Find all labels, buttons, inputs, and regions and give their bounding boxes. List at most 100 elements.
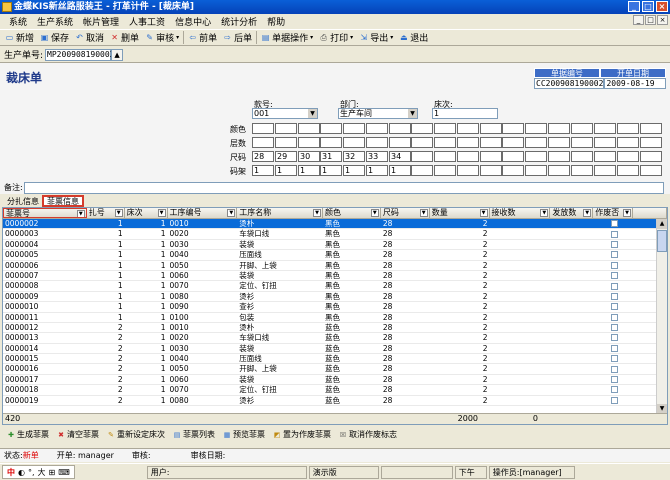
ratio-cell[interactable] (502, 165, 524, 176)
table-row[interactable]: 0000002 1 1 0010 烫朴 黑色 28 2 (3, 219, 667, 230)
mdi-minimize-button[interactable]: _ (633, 15, 644, 25)
save-button[interactable]: ▣ 保存 (37, 30, 72, 45)
scroll-up-icon[interactable]: ▲ (657, 219, 667, 229)
ime-toolbar[interactable]: 中 ◐ °, 大 ⊞ ⌨ (2, 465, 75, 479)
sort-icon[interactable]: ▼ (583, 209, 592, 217)
void-checkbox[interactable] (610, 396, 618, 404)
color-cell[interactable] (480, 123, 502, 134)
void-checkbox[interactable] (610, 240, 618, 248)
void-checkbox[interactable] (610, 272, 618, 280)
color-cell[interactable] (617, 123, 639, 134)
void-checkbox[interactable] (610, 251, 618, 259)
sort-icon[interactable]: ▼ (419, 209, 428, 217)
layers-cell[interactable] (275, 137, 297, 148)
ime-fullwidth-icon[interactable]: ◐ (18, 468, 25, 477)
table-row[interactable]: 0000015 2 1 0040 压面线 蓝色 28 2 (3, 354, 667, 365)
ratio-cell[interactable] (548, 165, 570, 176)
sort-icon[interactable]: ▼ (76, 210, 85, 217)
exit-button[interactable]: ⏏ 退出 (396, 30, 431, 45)
table-row[interactable]: 0000008 1 1 0070 定位、钉扭 黑色 28 2 (3, 281, 667, 292)
new-button[interactable]: ▭ 新增 (2, 30, 37, 45)
generate-tickets-button[interactable]: ✚ 生成菲票 (4, 429, 52, 440)
void-checkbox[interactable] (610, 303, 618, 311)
color-cell[interactable] (343, 123, 365, 134)
layers-cell[interactable] (411, 137, 433, 148)
col-header-size[interactable]: 尺码 ▼ (381, 208, 430, 218)
ratio-cell[interactable]: 1 (252, 165, 274, 176)
minimize-button[interactable]: _ (628, 1, 640, 12)
sort-icon[interactable]: ▼ (370, 209, 379, 217)
print-button[interactable]: ⎙ 打印 ▾ (316, 30, 356, 45)
size-cell[interactable] (502, 151, 524, 162)
void-ticket-button[interactable]: ◩ 置为作废菲票 (270, 429, 334, 440)
color-cell[interactable] (594, 123, 616, 134)
col-header-qty[interactable]: 数量 ▼ (430, 208, 490, 218)
col-header-color[interactable]: 颜色 ▼ (323, 208, 381, 218)
col-header-issued[interactable]: 发放数 ▼ (550, 208, 594, 218)
color-cell[interactable] (502, 123, 524, 134)
layers-cell[interactable] (457, 137, 479, 148)
void-checkbox[interactable] (610, 261, 618, 269)
color-cell[interactable] (366, 123, 388, 134)
color-cell[interactable] (252, 123, 274, 134)
clear-tickets-button[interactable]: ✖ 清空菲票 (54, 429, 102, 440)
size-cell[interactable] (480, 151, 502, 162)
color-cell[interactable] (571, 123, 593, 134)
size-cell[interactable] (457, 151, 479, 162)
layers-cell[interactable] (548, 137, 570, 148)
size-cell[interactable]: 30 (298, 151, 320, 162)
maximize-button[interactable]: □ (642, 1, 654, 12)
remark-field[interactable] (24, 182, 664, 194)
cancel-button[interactable]: ↶ 取消 (72, 30, 107, 45)
unvoid-ticket-button[interactable]: ☒ 取消作废标志 (336, 429, 400, 440)
reset-bed-button[interactable]: ✎ 重新设定床次 (104, 429, 168, 440)
ratio-cell[interactable] (640, 165, 662, 176)
ratio-cell[interactable] (571, 165, 593, 176)
scroll-thumb[interactable] (657, 230, 667, 252)
table-row[interactable]: 0000016 2 1 0050 开脚、上袋 蓝色 28 2 (3, 364, 667, 375)
color-cell[interactable] (298, 123, 320, 134)
size-cell[interactable]: 32 (343, 151, 365, 162)
size-cell[interactable]: 34 (389, 151, 411, 162)
color-cell[interactable] (411, 123, 433, 134)
color-cell[interactable] (389, 123, 411, 134)
table-row[interactable]: 0000003 1 1 0020 车袋口线 黑色 28 2 (3, 229, 667, 240)
color-cell[interactable] (548, 123, 570, 134)
color-cell[interactable] (320, 123, 342, 134)
size-cell[interactable]: 28 (252, 151, 274, 162)
mdi-close-button[interactable]: × (657, 15, 668, 25)
layers-cell[interactable] (298, 137, 320, 148)
size-cell[interactable] (594, 151, 616, 162)
size-cell[interactable]: 33 (366, 151, 388, 162)
table-row[interactable]: 0000012 2 1 0010 烫朴 蓝色 28 2 (3, 323, 667, 334)
table-row[interactable]: 0000005 1 1 0040 压面线 黑色 28 2 (3, 250, 667, 261)
ratio-cell[interactable] (480, 165, 502, 176)
size-cell[interactable]: 31 (320, 151, 342, 162)
col-header-bundle[interactable]: 扎号 ▼ (87, 208, 125, 218)
menu-help[interactable]: 帮助 (262, 15, 290, 28)
sort-icon[interactable]: ▼ (157, 209, 166, 217)
void-checkbox[interactable] (610, 230, 618, 238)
void-checkbox[interactable] (610, 355, 618, 363)
ime-cn-icon[interactable]: 中 (7, 467, 15, 478)
menu-production[interactable]: 生产系统 (32, 15, 78, 28)
ratio-cell[interactable] (434, 165, 456, 176)
void-checkbox[interactable] (610, 386, 618, 394)
delete-button[interactable]: ✕ 删单 (107, 30, 142, 45)
size-cell[interactable] (434, 151, 456, 162)
layers-cell[interactable] (525, 137, 547, 148)
menu-hr[interactable]: 人事工资 (124, 15, 170, 28)
sort-icon[interactable]: ▼ (623, 209, 632, 217)
layers-cell[interactable] (594, 137, 616, 148)
ratio-cell[interactable] (525, 165, 547, 176)
style-select[interactable]: 001 ▼ (252, 108, 318, 119)
void-checkbox[interactable] (610, 365, 618, 373)
vertical-scrollbar[interactable]: ▲ ▼ (656, 219, 667, 414)
table-row[interactable]: 0000009 1 1 0080 烫衫 黑色 28 2 (3, 292, 667, 303)
void-checkbox[interactable] (610, 220, 618, 228)
col-header-ticket[interactable]: 菲票号 ▼ (3, 208, 87, 218)
size-cell[interactable] (617, 151, 639, 162)
approve-button[interactable]: ✎ 审核 ▾ (142, 30, 182, 45)
sort-icon[interactable]: ▼ (313, 209, 322, 217)
table-row[interactable]: 0000014 2 1 0030 装袋 蓝色 28 2 (3, 344, 667, 355)
